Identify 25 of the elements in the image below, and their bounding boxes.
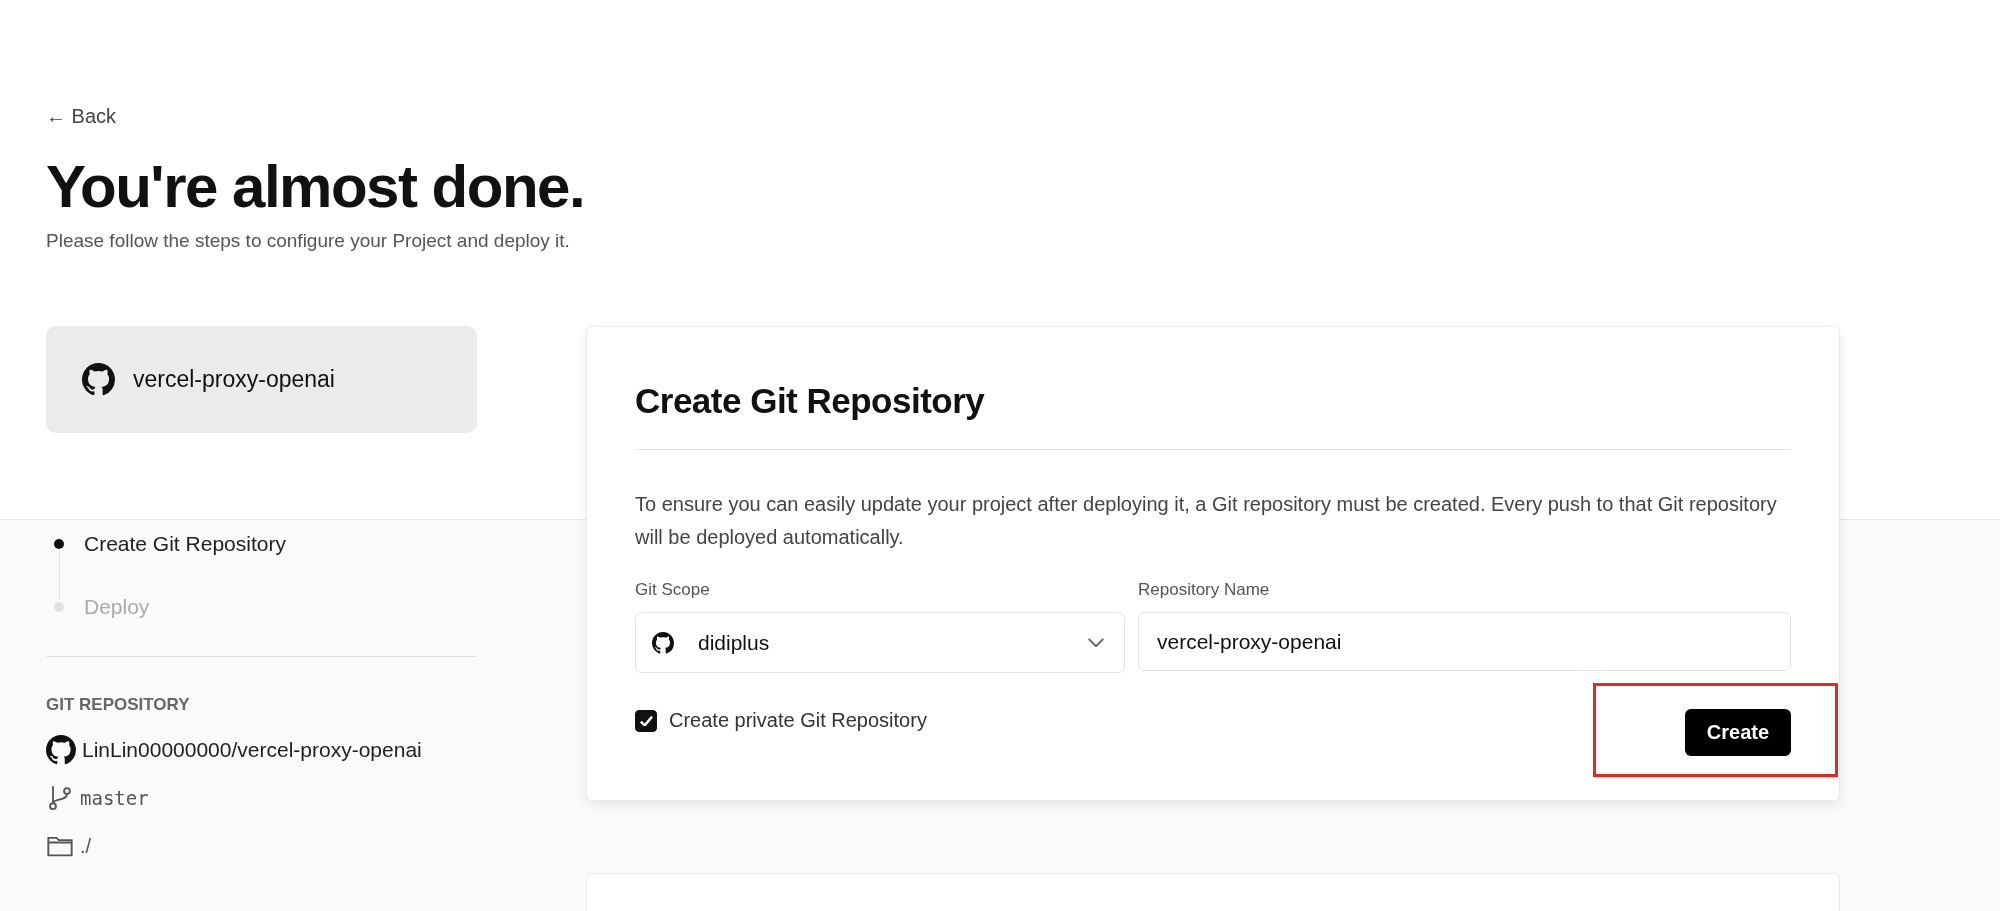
field-label: Git Scope bbox=[635, 580, 711, 600]
field-label: Repository Name bbox=[1138, 580, 1271, 600]
github-icon bbox=[46, 735, 76, 765]
directory-path: ./ bbox=[80, 834, 92, 858]
github-icon bbox=[82, 363, 115, 396]
checkbox[interactable] bbox=[635, 709, 657, 732]
checkmark-icon bbox=[639, 715, 653, 726]
chevron-down-icon bbox=[1088, 638, 1104, 647]
section-heading: GIT REPOSITORY bbox=[46, 695, 191, 715]
github-icon bbox=[652, 631, 674, 654]
repository-name-input[interactable]: vercel-proxy-openai bbox=[1138, 612, 1791, 671]
scope-dropdown[interactable]: didiplus bbox=[635, 612, 1125, 673]
project-name: vercel-proxy-openai bbox=[133, 366, 335, 393]
back-link[interactable]: ← Back bbox=[46, 104, 117, 128]
page-subtitle: Please follow the steps to configure your Project and deploy it. bbox=[46, 230, 570, 252]
step-label: Deploy bbox=[84, 595, 150, 619]
card-description: To ensure you can easily update your project after deploying it, a Git repository must be created. Every push to that Git repository will be deployed automatically. bbox=[635, 492, 1778, 550]
branch-icon bbox=[46, 784, 74, 812]
page-title: You're almost done. bbox=[46, 152, 585, 222]
checkbox-label: Create private Git Repository bbox=[669, 709, 927, 732]
card-title: Create Git Repository bbox=[635, 380, 986, 422]
branch-name: master bbox=[80, 787, 149, 809]
repository-link[interactable]: LinLin00000000/vercel-proxy-openai bbox=[82, 738, 422, 762]
create-button[interactable]: Create bbox=[1685, 709, 1791, 756]
step-label: Create Git Repository bbox=[84, 532, 286, 556]
